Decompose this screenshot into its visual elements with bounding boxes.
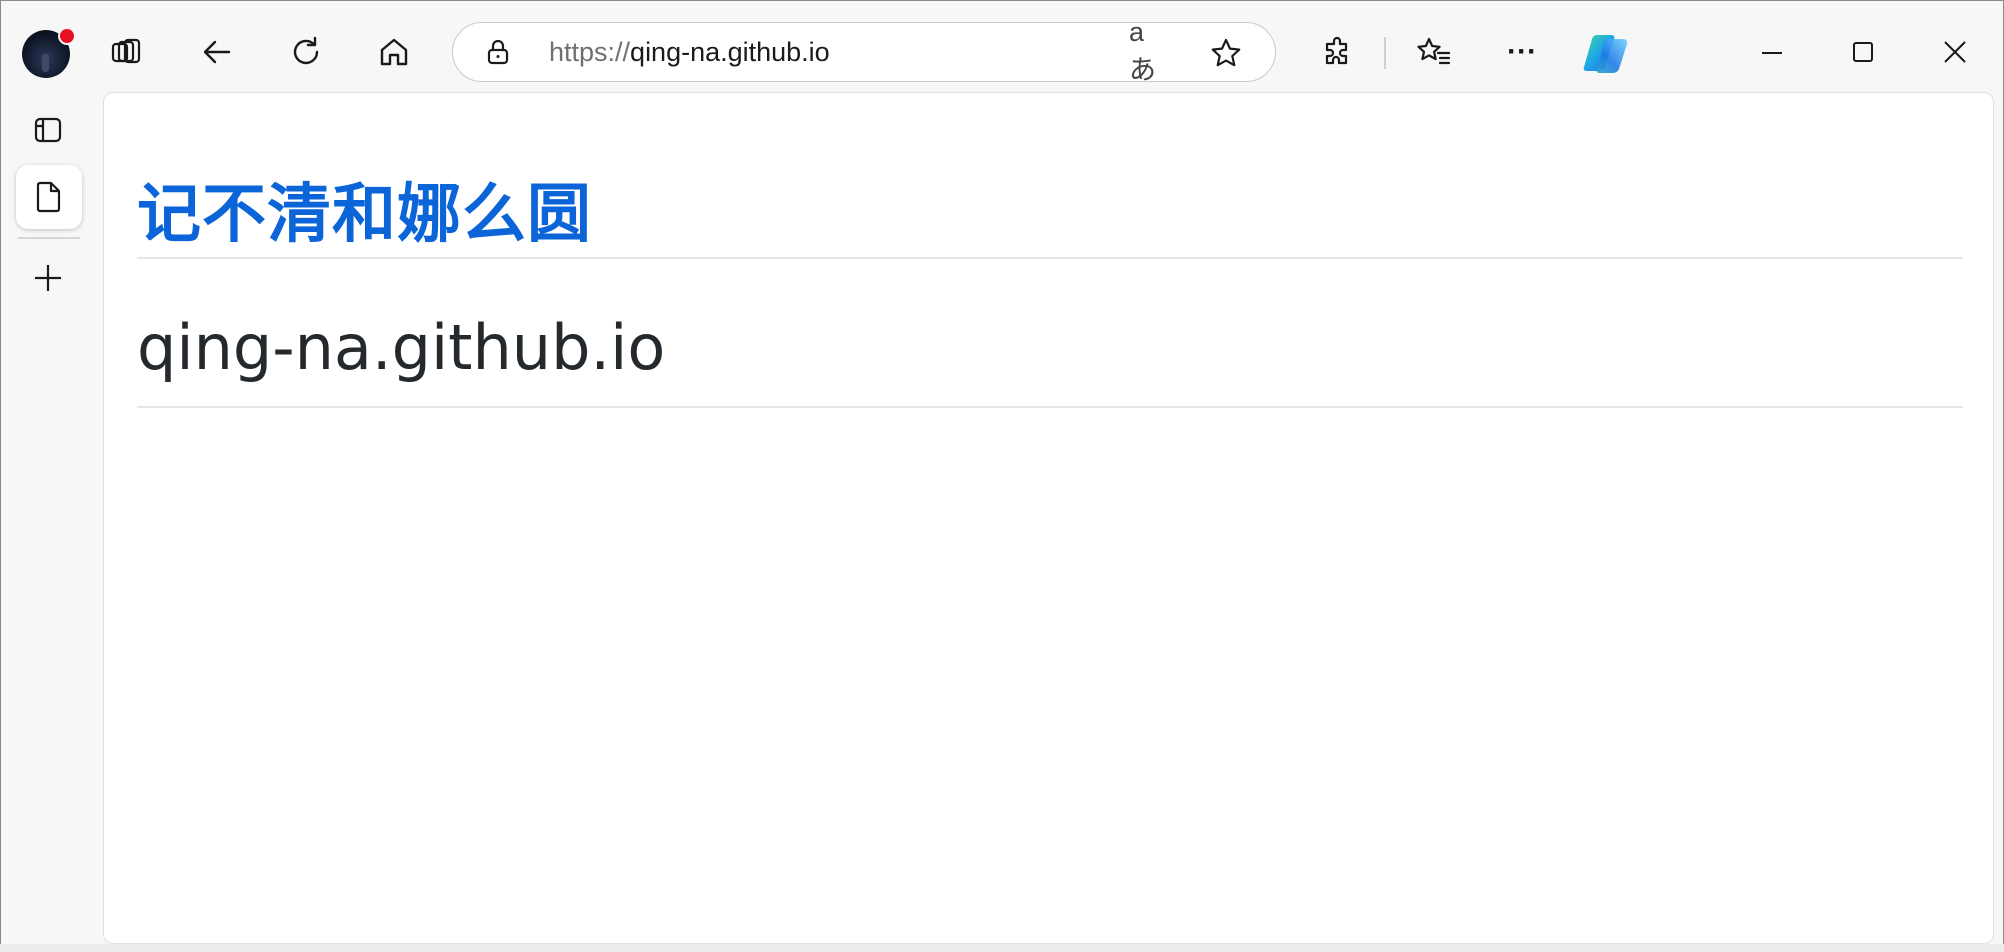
read-aloud-translate-icon[interactable]: aあ [1129, 17, 1169, 85]
page-tab-icon [31, 179, 67, 215]
url-text[interactable]: https://qing-na.github.io [549, 37, 830, 68]
home-icon[interactable] [374, 32, 414, 72]
more-icon[interactable]: ··· [1502, 32, 1542, 72]
address-bar[interactable]: https://qing-na.github.io aあ [452, 17, 1276, 85]
notification-dot [58, 27, 76, 45]
favorite-star-icon[interactable] [1208, 35, 1244, 71]
translate-glyph: aあ [1129, 17, 1156, 85]
lock-icon[interactable] [483, 37, 513, 67]
profile-avatar[interactable] [22, 27, 76, 78]
workspaces-icon[interactable] [106, 32, 146, 72]
refresh-icon[interactable] [286, 32, 326, 72]
extensions-icon[interactable] [1318, 32, 1358, 72]
new-tab-icon[interactable] [30, 260, 66, 296]
url-scheme: https:// [549, 37, 631, 67]
copilot-icon[interactable] [1582, 30, 1630, 76]
heading-divider [137, 406, 1963, 408]
more-glyph: ··· [1507, 35, 1537, 68]
url-host: qing-na.github.io [630, 37, 830, 67]
page-heading: qing-na.github.io [137, 311, 666, 384]
avatar-figure [42, 54, 49, 72]
tab-actions-icon[interactable] [30, 112, 66, 148]
title-divider [137, 257, 1963, 259]
sidebar-divider [18, 237, 80, 239]
vertical-tabs-sidebar [0, 92, 102, 952]
window-bottom-edge [0, 944, 2004, 952]
back-icon[interactable] [197, 32, 237, 72]
favorites-icon[interactable] [1414, 32, 1454, 72]
maximize-icon[interactable] [1847, 36, 1879, 68]
page-viewport: 记不清和娜么圆 qing-na.github.io [103, 92, 1994, 944]
toolbar-divider [1384, 37, 1386, 69]
browser-toolbar: https://qing-na.github.io aあ ··· [0, 0, 2004, 92]
minimize-icon[interactable] [1756, 36, 1788, 68]
close-icon[interactable] [1939, 36, 1971, 68]
page-title[interactable]: 记不清和娜么圆 [137, 163, 592, 255]
sidebar-tab-active[interactable] [16, 165, 82, 229]
